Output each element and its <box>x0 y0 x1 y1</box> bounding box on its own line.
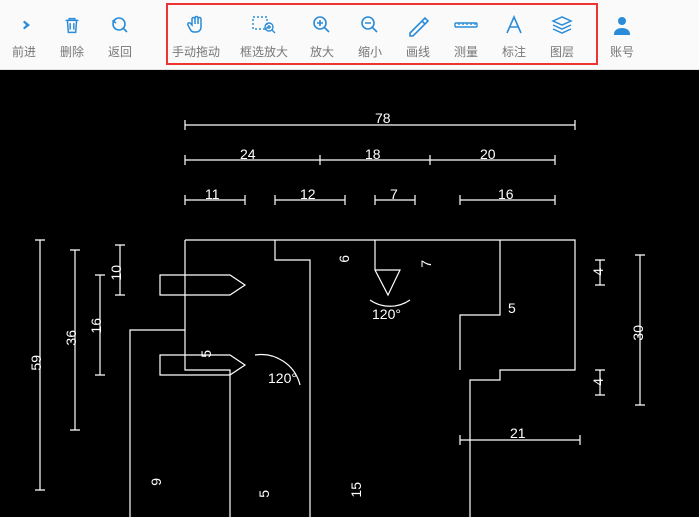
zoom-in-button[interactable]: 放大 <box>298 0 346 69</box>
dim-12: 12 <box>300 186 316 202</box>
ruler-icon <box>453 11 479 39</box>
pan-button[interactable]: 手动拖动 <box>162 0 230 69</box>
dim-5b: 5 <box>256 490 272 498</box>
dim-78: 78 <box>375 110 391 126</box>
measure-button[interactable]: 测量 <box>442 0 490 69</box>
dim-30: 30 <box>630 325 646 341</box>
toolbar: 前进 删除 返回 手动拖动 框选放大 放大 缩小 <box>0 0 699 70</box>
dim-16l: 16 <box>88 318 104 334</box>
zoom-in-label: 放大 <box>310 43 334 60</box>
zoom-box-button[interactable]: 框选放大 <box>230 0 298 69</box>
dim-10: 10 <box>108 265 124 281</box>
annotate-label: 标注 <box>502 43 526 60</box>
account-button[interactable]: 账号 <box>598 0 646 69</box>
layers-button[interactable]: 图层 <box>538 0 586 69</box>
dim-59: 59 <box>28 355 44 371</box>
dim-15: 15 <box>348 482 364 498</box>
hand-icon <box>184 11 208 39</box>
pencil-icon <box>406 11 430 39</box>
layers-label: 图层 <box>550 43 574 60</box>
user-icon <box>610 11 634 39</box>
line-button[interactable]: 画线 <box>394 0 442 69</box>
line-label: 画线 <box>406 43 430 60</box>
dim-4a: 4 <box>590 268 606 276</box>
back-button[interactable]: 返回 <box>96 0 144 69</box>
dim-11: 11 <box>205 186 220 202</box>
trash-icon <box>61 11 83 39</box>
forward-label: 前进 <box>12 43 36 60</box>
dim-7: 7 <box>390 186 398 202</box>
dim-5r: 5 <box>508 300 516 316</box>
cad-drawing <box>0 70 699 517</box>
dim-120b: 120° <box>372 306 401 322</box>
dim-18: 18 <box>365 146 381 162</box>
delete-button[interactable]: 删除 <box>48 0 96 69</box>
back-label: 返回 <box>108 43 132 60</box>
zoom-box-icon <box>251 11 277 39</box>
forward-arrow-icon <box>12 11 36 39</box>
measure-label: 测量 <box>454 43 478 60</box>
dim-36: 36 <box>63 330 79 346</box>
zoom-box-label: 框选放大 <box>240 43 288 60</box>
forward-button[interactable]: 前进 <box>0 0 48 69</box>
dim-6: 6 <box>336 255 352 263</box>
dim-9: 9 <box>148 478 164 486</box>
dim-20: 20 <box>480 146 496 162</box>
delete-label: 删除 <box>60 43 84 60</box>
dim-5l: 5 <box>198 350 214 358</box>
dim-7n: 7 <box>418 260 434 268</box>
dim-24: 24 <box>240 146 256 162</box>
back-loop-icon <box>108 11 132 39</box>
zoom-out-icon <box>358 11 382 39</box>
account-label: 账号 <box>610 43 634 60</box>
canvas-area[interactable]: 78 24 18 20 11 12 7 16 59 36 16 10 5 6 7… <box>0 70 699 517</box>
dim-4b: 4 <box>590 378 606 386</box>
zoom-out-button[interactable]: 缩小 <box>346 0 394 69</box>
zoom-out-label: 缩小 <box>358 43 382 60</box>
dim-21: 21 <box>510 425 526 441</box>
pan-label: 手动拖动 <box>172 43 220 60</box>
dim-120a: 120° <box>268 370 297 386</box>
layers-icon <box>550 11 574 39</box>
annotate-button[interactable]: 标注 <box>490 0 538 69</box>
dim-16: 16 <box>498 186 514 202</box>
text-a-icon <box>502 11 526 39</box>
zoom-in-icon <box>310 11 334 39</box>
